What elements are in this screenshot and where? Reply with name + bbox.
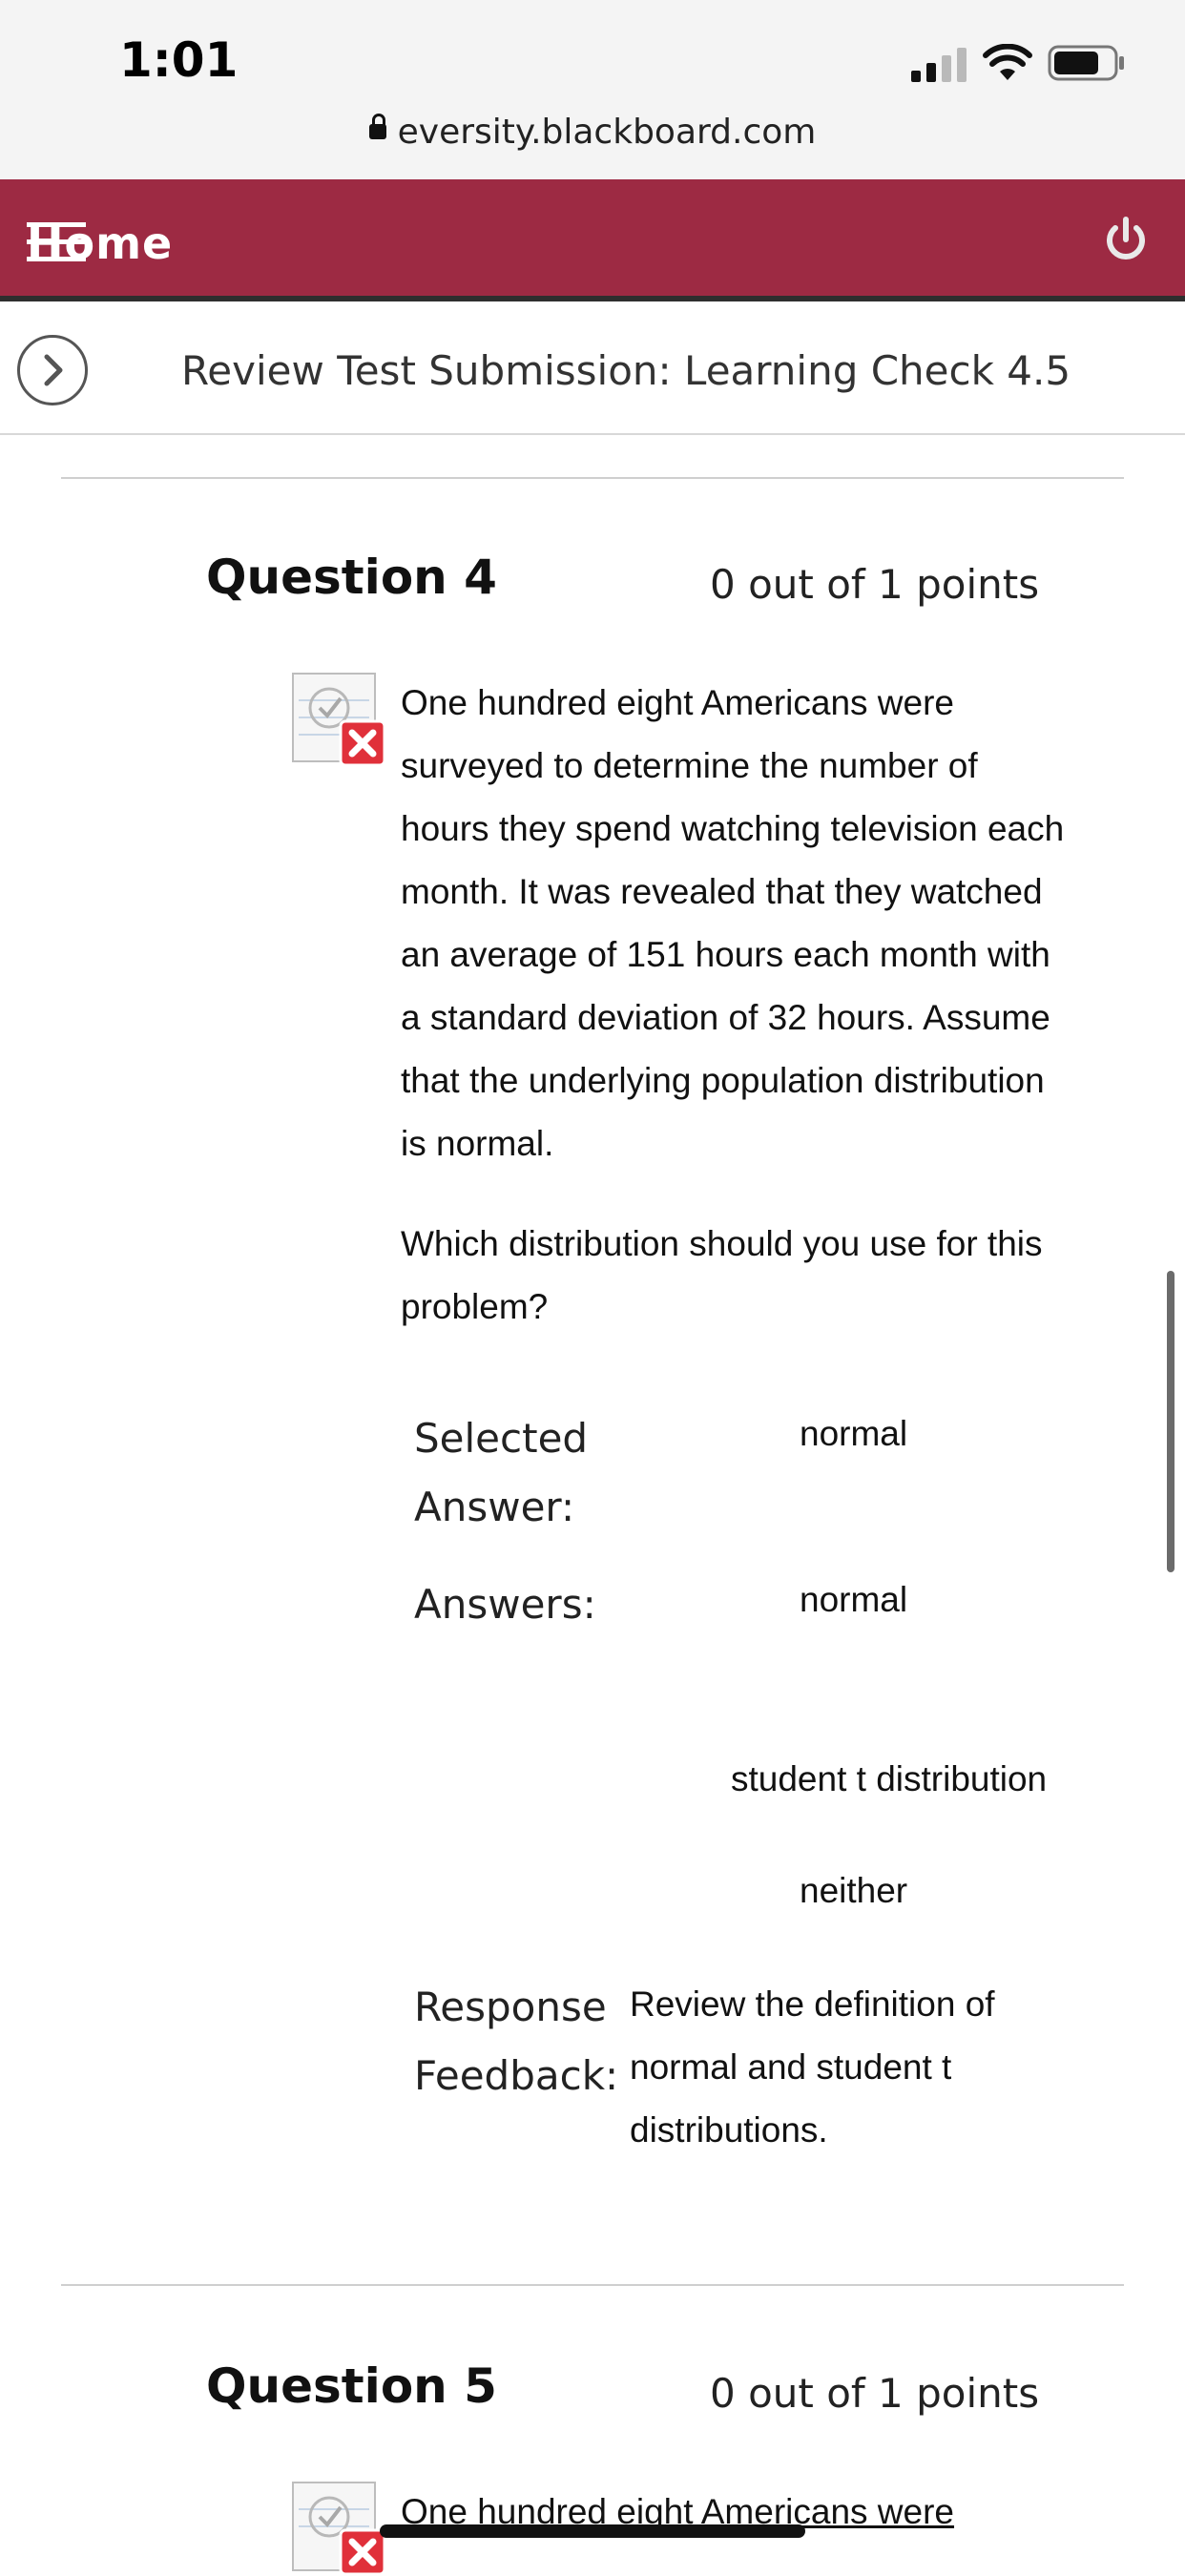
incorrect-answer-icon bbox=[292, 673, 386, 767]
status-time: 1:01 bbox=[119, 32, 239, 88]
selected-answer-label: Selected Answer: bbox=[414, 1404, 588, 1542]
question-divider bbox=[61, 477, 1124, 479]
page-scrollbar[interactable] bbox=[1167, 1271, 1175, 1572]
question-4-points: 0 out of 1 points bbox=[710, 561, 1040, 608]
label-line: Selected bbox=[414, 1415, 589, 1462]
question-text-line: is normal. bbox=[401, 1124, 554, 1163]
status-bar bbox=[0, 0, 1185, 179]
feedback-line: normal and student t bbox=[630, 2047, 952, 2087]
signal-icon bbox=[911, 48, 967, 82]
answer-option: student t distribution bbox=[731, 1759, 1048, 1798]
question-text-line: hours they spend watching television eac… bbox=[401, 809, 1065, 848]
answer-option: normal bbox=[800, 1580, 908, 1619]
response-feedback-label: Response Feedback: bbox=[414, 1973, 618, 2110]
feedback-line: distributions. bbox=[630, 2110, 828, 2150]
selected-answer-value: normal bbox=[800, 1414, 908, 1453]
wifi-icon bbox=[983, 44, 1032, 80]
question-text-line: an average of 151 hours each month with bbox=[401, 935, 1050, 974]
prompt-line: problem? bbox=[401, 1287, 549, 1326]
label-line: Answer: bbox=[414, 1484, 575, 1530]
expand-button[interactable] bbox=[17, 335, 88, 405]
answer-option: neither bbox=[800, 1871, 908, 1910]
label-line: Response bbox=[414, 1984, 607, 2030]
page-title: Review Test Submission: Learning Check 4… bbox=[181, 347, 1071, 394]
home-indicator bbox=[380, 2524, 805, 2538]
question-5-points: 0 out of 1 points bbox=[710, 2370, 1040, 2417]
feedback-line: Review the definition of bbox=[630, 1984, 995, 2024]
battery-icon bbox=[1048, 45, 1124, 81]
question-divider bbox=[61, 2284, 1124, 2286]
question-4-title: Question 4 bbox=[206, 550, 497, 605]
response-feedback-text: Review the definition of normal and stud… bbox=[630, 1973, 995, 2162]
top-nav-bar bbox=[0, 179, 1185, 301]
url-text: eversity.blackboard.com bbox=[397, 113, 817, 152]
question-text-line: One hundred eight Americans were bbox=[401, 683, 955, 722]
question-text-line: that the underlying population distribut… bbox=[401, 1061, 1045, 1100]
chevron-right-icon bbox=[44, 354, 63, 386]
lock-icon bbox=[368, 114, 386, 139]
question-4-text: One hundred eight Americans were surveye… bbox=[401, 672, 1116, 1175]
power-icon[interactable] bbox=[1101, 216, 1151, 265]
prompt-line: Which distribution should you use for th… bbox=[401, 1224, 1043, 1263]
answers-label: Answers: bbox=[414, 1581, 596, 1628]
url-bar[interactable]: eversity.blackboard.com bbox=[0, 113, 1185, 152]
question-text-line: a standard deviation of 32 hours. Assume bbox=[401, 998, 1050, 1037]
question-4-prompt: Which distribution should you use for th… bbox=[401, 1213, 1116, 1339]
label-line: Feedback: bbox=[414, 2052, 619, 2099]
menu-icon[interactable] bbox=[27, 222, 86, 262]
incorrect-answer-icon bbox=[292, 2482, 386, 2576]
question-5-title: Question 5 bbox=[206, 2358, 497, 2414]
question-text-line: month. It was revealed that they watched bbox=[401, 872, 1043, 911]
question-text-line: surveyed to determine the number of bbox=[401, 746, 978, 785]
